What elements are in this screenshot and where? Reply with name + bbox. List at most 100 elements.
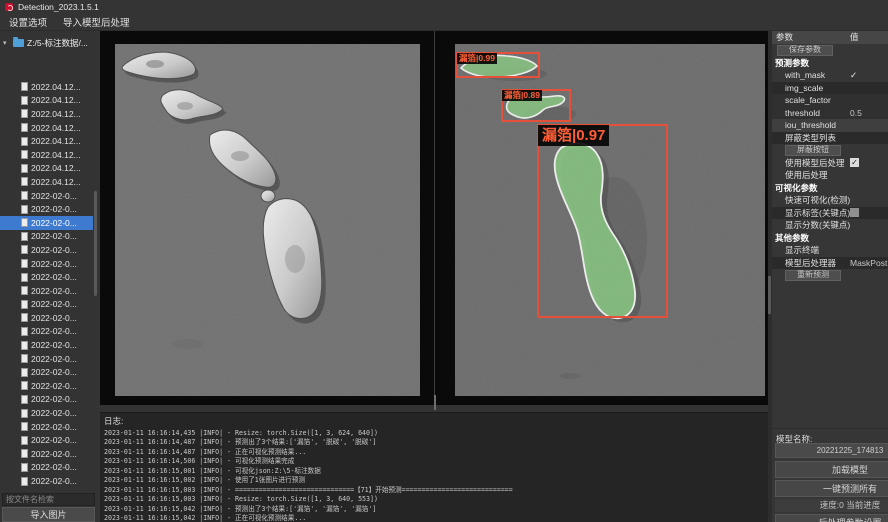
param-row[interactable]: img_scale — [772, 82, 888, 95]
save-params-button[interactable]: 保存参数 — [777, 45, 833, 56]
param-row[interactable]: 屏蔽类型列表 — [772, 132, 888, 145]
detection-label: 漏箔|0.89 — [502, 90, 542, 101]
checkbox-icon[interactable] — [850, 208, 859, 217]
col-param: 参数 — [776, 32, 793, 42]
tree-item[interactable]: 2022-02-0... — [0, 189, 93, 203]
predict-all-button[interactable]: 一键预测所有 — [775, 480, 888, 497]
tree-item-label: 2022-02-0... — [31, 422, 77, 432]
tree-item[interactable]: 2022.04.12... — [0, 134, 93, 148]
tree-item-label: 2022-02-0... — [31, 204, 77, 214]
param-row[interactable]: 快速可视化(检测) — [772, 194, 888, 207]
tree-item-label: 2022-02-0... — [31, 231, 77, 241]
tree-item[interactable]: 2022-02-0... — [0, 379, 93, 393]
tree-item[interactable]: 2022.04.12... — [0, 121, 93, 135]
param-row[interactable]: 使用后处理 — [772, 169, 888, 182]
tree-item-label: 2022-02-0... — [31, 313, 77, 323]
file-icon — [21, 273, 28, 282]
search-input[interactable] — [2, 493, 95, 506]
tree-item[interactable]: 2022-02-0... — [0, 352, 93, 366]
tree-item-label: 2022-02-0... — [31, 272, 77, 282]
file-icon — [21, 137, 28, 146]
param-label: 显示分数(关键点) — [785, 220, 850, 230]
param-value: 0.5 — [850, 107, 862, 120]
tree-item[interactable]: 2022.04.12... — [0, 80, 93, 94]
collapse-arrow-icon[interactable]: ▾ — [3, 39, 10, 47]
tree-item[interactable]: 2022.04.12... — [0, 162, 93, 176]
menu-import-postprocess[interactable]: 导入模型后处理 — [63, 15, 130, 29]
tree-item[interactable]: 2022.04.12... — [0, 94, 93, 108]
splitter-grip-icon[interactable] — [434, 395, 436, 410]
file-icon — [21, 286, 28, 295]
file-icon — [21, 245, 28, 254]
param-row[interactable]: scale_factor — [772, 94, 888, 107]
log-splitter[interactable] — [100, 405, 768, 412]
tree-item[interactable]: 2022-02-0... — [0, 270, 93, 284]
re-predict-button[interactable]: 重新预测 — [785, 270, 841, 281]
file-icon — [21, 191, 28, 200]
param-value: MaskPostPro — [850, 257, 888, 270]
tree-item[interactable]: 2022-02-0... — [0, 474, 93, 486]
tree-item[interactable]: 2022-02-0... — [0, 447, 93, 461]
tree-item-label: 2022.04.12... — [31, 82, 81, 92]
tree-item[interactable]: 2022.04.12... — [0, 175, 93, 189]
postprocess-settings-button[interactable]: 后处理参数设置 — [775, 514, 888, 522]
tree-item[interactable]: 2022.04.12... — [0, 107, 93, 121]
tree-item[interactable]: 2022-02-0... — [0, 393, 93, 407]
detection-overlay: 漏箔|0.99漏箔|0.89漏箔|0.97 — [455, 44, 765, 396]
file-icon — [21, 381, 28, 390]
tree-item[interactable]: 2022-02-0... — [0, 243, 93, 257]
tree-item[interactable]: 2022-02-0... — [0, 311, 93, 325]
param-row[interactable]: 模型后处理器MaskPostPro — [772, 257, 888, 270]
tree-item[interactable]: 2022-02-0... — [0, 365, 93, 379]
tree-item[interactable]: 2022-02-0... — [0, 433, 93, 447]
menu-settings[interactable]: 设置选项 — [9, 15, 47, 29]
tree-item[interactable]: 2022-02-0... — [0, 420, 93, 434]
tree-item[interactable]: 2022-02-0... — [0, 202, 93, 216]
left-image-panel[interactable] — [100, 31, 434, 405]
tree-root[interactable]: ▾ Z:/5-标注数据/... — [0, 36, 97, 49]
file-icon — [21, 341, 28, 350]
param-value: ✓ — [850, 69, 857, 82]
file-tree-list: 2022.04.12...2022.04.12...2022.04.12...2… — [0, 80, 93, 486]
model-name-field[interactable]: 20221225_174813 — [775, 443, 888, 458]
import-images-button[interactable]: 导入图片 — [2, 507, 95, 522]
param-row[interactable]: iou_threshold — [772, 119, 888, 132]
checkbox-checked-icon[interactable]: ✓ — [850, 158, 859, 167]
file-icon — [21, 395, 28, 404]
file-icon — [21, 177, 28, 186]
menu-bar: 设置选项 导入模型后处理 — [0, 14, 888, 31]
title-bar: Detection_2023.1.5.1 — [0, 0, 888, 14]
tree-item-label: 2022-02-0... — [31, 435, 77, 445]
tree-item[interactable]: 2022-02-0... — [0, 338, 93, 352]
folder-icon — [13, 39, 24, 47]
tree-item[interactable]: 2022-02-0... — [0, 461, 93, 475]
mask-types-button[interactable]: 屏蔽按钮 — [785, 145, 841, 156]
tree-item[interactable]: 2022-02-0... — [0, 298, 93, 312]
tree-item[interactable]: 2022-02-0... — [0, 230, 93, 244]
log-line: 2023-01-11 16:16:15,042 |INFO| - 预测出了3个结… — [104, 505, 766, 514]
load-model-button[interactable]: 加载模型 — [775, 461, 888, 478]
param-row[interactable]: 显示标签(关键点) — [772, 207, 888, 220]
param-value — [850, 207, 859, 220]
param-row[interactable]: with_mask✓ — [772, 69, 888, 82]
model-panel: 模型名称: 20221225_174813 加载模型 一键预测所有 速度:0 当… — [772, 428, 888, 522]
window-title: Detection_2023.1.5.1 — [18, 2, 99, 12]
param-row[interactable]: 使用模型后处理✓ — [772, 157, 888, 170]
param-row[interactable]: 显示分数(关键点) — [772, 219, 888, 232]
tree-item-label: 2022-02-0... — [31, 476, 77, 486]
tree-item[interactable]: 2022-02-0... — [0, 257, 93, 271]
tree-item[interactable]: 2022-02-0... — [0, 406, 93, 420]
tree-item[interactable]: 2022-02-0... — [0, 216, 93, 230]
param-label: 使用后处理 — [785, 170, 828, 180]
right-image-panel[interactable]: 漏箔|0.99漏箔|0.89漏箔|0.97 — [438, 31, 768, 405]
tree-item[interactable]: 2022.04.12... — [0, 148, 93, 162]
params-scrollbar-thumb[interactable] — [768, 276, 771, 314]
tree-item[interactable]: 2022-02-0... — [0, 325, 93, 339]
param-row[interactable]: threshold0.5 — [772, 107, 888, 120]
tree-item[interactable]: 2022-02-0... — [0, 284, 93, 298]
param-row[interactable]: 显示终端 — [772, 244, 888, 257]
tree-item-label: 2022.04.12... — [31, 150, 81, 160]
tree-scrollbar[interactable] — [94, 191, 97, 296]
param-value: ✓ — [850, 157, 859, 170]
tree-item-label: 2022.04.12... — [31, 95, 81, 105]
